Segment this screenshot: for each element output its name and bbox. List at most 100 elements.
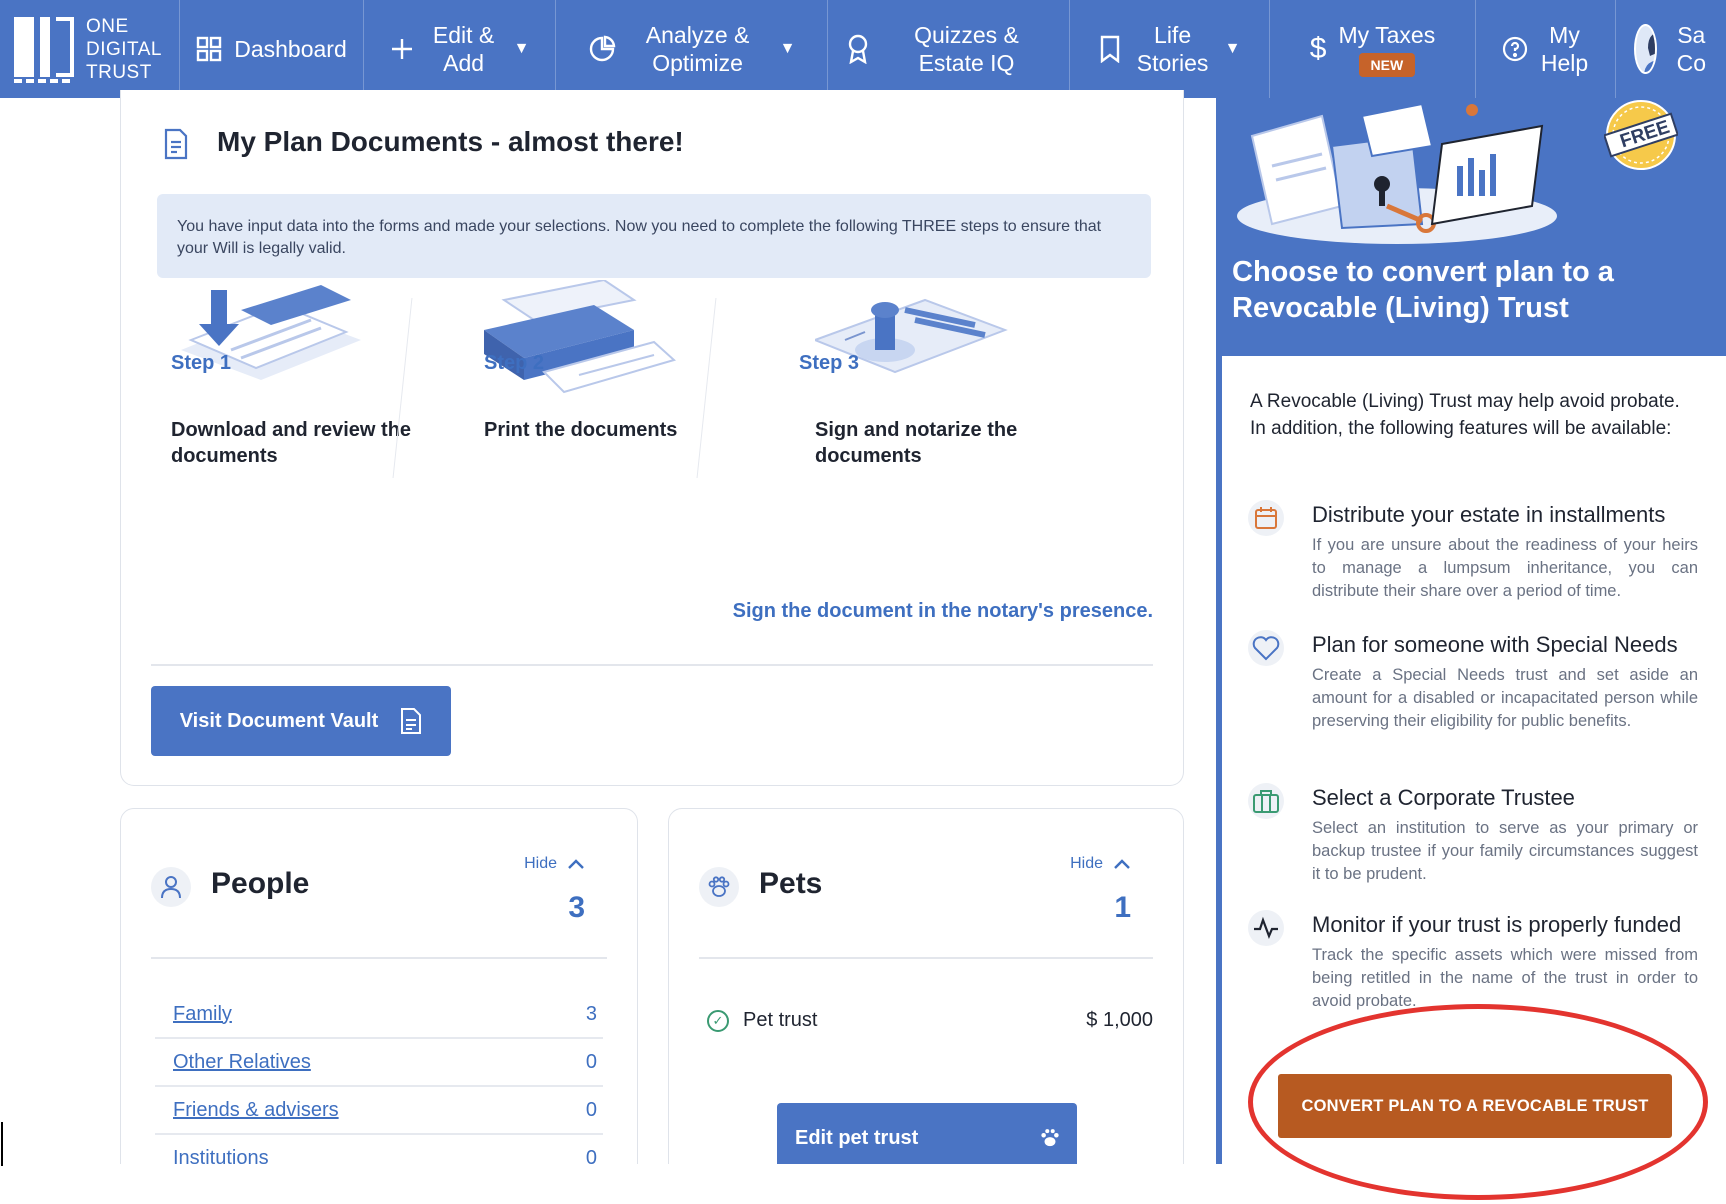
logo-text: ONE DIGITAL TRUST [86, 15, 162, 84]
chevron-down-icon: ▼ [513, 40, 530, 57]
nav-item-label: Quizzes & Estate IQ [914, 22, 1019, 76]
feature-special-needs: Plan for someone with Special Needs Crea… [1248, 630, 1698, 733]
logo-mark-icon [14, 17, 76, 83]
chevron-up-icon [568, 859, 584, 869]
list-item: Other Relatives 0 [155, 1039, 603, 1087]
row-count: 0 [585, 1050, 597, 1073]
nav-item-label: My Help [1540, 22, 1589, 76]
chevron-up-icon [1114, 859, 1130, 869]
feature-description: Create a Special Needs trust and set asi… [1312, 666, 1698, 730]
people-card: People Hide 3 Family 3 Other Relatives 0 F… [120, 808, 638, 1204]
people-count: 3 [568, 891, 585, 924]
nav-item-label: Life Stories [1136, 22, 1209, 76]
user-menu[interactable]: Sa Co [1616, 0, 1706, 98]
grid-icon [196, 36, 222, 62]
nav-item-label: Dashboard [234, 36, 347, 62]
step-description: Download and review the documents [171, 419, 412, 467]
document-icon [164, 128, 188, 160]
pets-card: Pets Hide 1 ✓ Pet trust $ 1,000 Edit pet… [668, 808, 1184, 1204]
divider [699, 957, 1153, 959]
section-title: People [211, 867, 310, 900]
nav-item-label: Analyze & Optimize [645, 22, 750, 76]
trust-intro: A Revocable (Living) Trust may help avoi… [1250, 391, 1680, 439]
person-icon [151, 867, 191, 907]
notary-stamp-illustration [812, 298, 1008, 374]
page-title: My Plan Documents - almost there! [217, 126, 684, 157]
family-link[interactable]: Family [173, 1003, 232, 1026]
info-box: You have input data into the forms and m… [157, 194, 1151, 278]
document-icon [401, 708, 422, 734]
pet-trust-amount: $ 1,000 [1086, 1009, 1153, 1031]
notary-note: Sign the document in the notary's presen… [732, 600, 1153, 622]
feature-installments: Distribute your estate in installments I… [1248, 500, 1698, 603]
nav-item-my-help[interactable]: My Help [1476, 0, 1616, 98]
top-navigation: ONE DIGITAL TRUST Dashboard Edit & Add ▼… [0, 0, 1726, 98]
trust-vault-illustration [1237, 102, 1557, 244]
download-pdf-illustration [181, 285, 361, 380]
nav-item-my-taxes[interactable]: $ My Taxes NEW [1270, 0, 1476, 98]
nav-item-life-stories[interactable]: Life Stories ▼ [1070, 0, 1270, 98]
feature-title: Monitor if your trust is properly funded [1312, 912, 1682, 937]
pets-count: 1 [1114, 891, 1131, 924]
button-label: Edit pet trust [795, 1126, 919, 1149]
trust-panel-title: Choose to convert plan to a Revocable (L… [1232, 256, 1614, 324]
feature-description: Select an institution to serve as your p… [1312, 819, 1698, 883]
feature-title: Select a Corporate Trustee [1312, 785, 1575, 810]
pet-trust-label: Pet trust [743, 1009, 818, 1031]
convert-to-revocable-trust-button[interactable]: CONVERT PLAN TO A REVOCABLE TRUST [1278, 1074, 1672, 1138]
user-name: Co [1676, 50, 1706, 76]
logo-line: TRUST [86, 61, 152, 83]
list-item: Friends & advisers 0 [155, 1087, 603, 1135]
logo-line: ONE [86, 15, 129, 37]
step-description: Print the documents [484, 419, 678, 441]
visit-document-vault-button[interactable]: Visit Document Vault [151, 686, 451, 756]
hide-label: Hide [1070, 855, 1103, 872]
plan-documents-card: My Plan Documents - almost there! You ha… [120, 90, 1184, 786]
feature-title: Distribute your estate in installments [1312, 502, 1666, 527]
friends-advisers-link[interactable]: Friends & advisers [173, 1099, 339, 1122]
divider [151, 957, 607, 959]
hide-label: Hide [524, 855, 557, 872]
plus-icon [390, 37, 414, 61]
feature-description: Track the specific assets which were mis… [1312, 946, 1698, 1010]
nav-item-quizzes[interactable]: Quizzes & Estate IQ [828, 0, 1070, 98]
feature-corporate-trustee: Select a Corporate Trustee Select an ins… [1248, 783, 1698, 886]
new-badge: NEW [1358, 53, 1416, 77]
feature-trust-funding: Monitor if your trust is properly funded… [1248, 910, 1698, 1013]
edit-pet-trust-button[interactable]: Edit pet trust [777, 1103, 1077, 1173]
step-number: Step 2 [484, 352, 545, 374]
paw-icon [699, 867, 739, 907]
nav-item-edit-add[interactable]: Edit & Add ▼ [364, 0, 556, 98]
nav-item-dashboard[interactable]: Dashboard [180, 0, 364, 98]
feature-title: Plan for someone with Special Needs [1312, 632, 1678, 657]
pie-chart-icon [588, 35, 616, 63]
other-relatives-link[interactable]: Other Relatives [173, 1051, 311, 1074]
row-count: 3 [585, 1002, 597, 1025]
bookmark-icon [1099, 35, 1121, 63]
help-circle-icon [1502, 36, 1528, 62]
hide-toggle[interactable]: Hide [1070, 855, 1131, 873]
people-list: Family 3 Other Relatives 0 Friends & advis… [155, 991, 603, 1183]
button-label: Visit Document Vault [179, 709, 379, 732]
step-number: Step 3 [799, 352, 860, 374]
hide-toggle[interactable]: Hide [524, 855, 585, 873]
row-count: 0 [585, 1098, 597, 1121]
user-name: Sa [1677, 22, 1706, 48]
logo-line: DIGITAL [86, 38, 162, 60]
pet-trust-row: ✓ Pet trust $ 1,000 [707, 1009, 1153, 1032]
activity-icon [1248, 910, 1284, 946]
nav-item-analyze-optimize[interactable]: Analyze & Optimize ▼ [556, 0, 828, 98]
check-circle-icon: ✓ [707, 1009, 729, 1032]
trust-panel-body [1222, 356, 1726, 1164]
chevron-down-icon: ▼ [1224, 40, 1241, 57]
step-number: Step 1 [171, 352, 232, 374]
chevron-down-icon: ▼ [779, 40, 796, 57]
award-icon [846, 34, 870, 64]
dollar-icon: $ [1309, 32, 1327, 65]
section-title: Pets [759, 867, 823, 900]
nav-item-label: My Taxes [1338, 22, 1436, 48]
feature-description: If you are unsure about the readiness of… [1312, 536, 1698, 600]
logo[interactable]: ONE DIGITAL TRUST [0, 0, 180, 98]
printer-illustration [484, 278, 677, 394]
calendar-icon [1248, 500, 1284, 536]
